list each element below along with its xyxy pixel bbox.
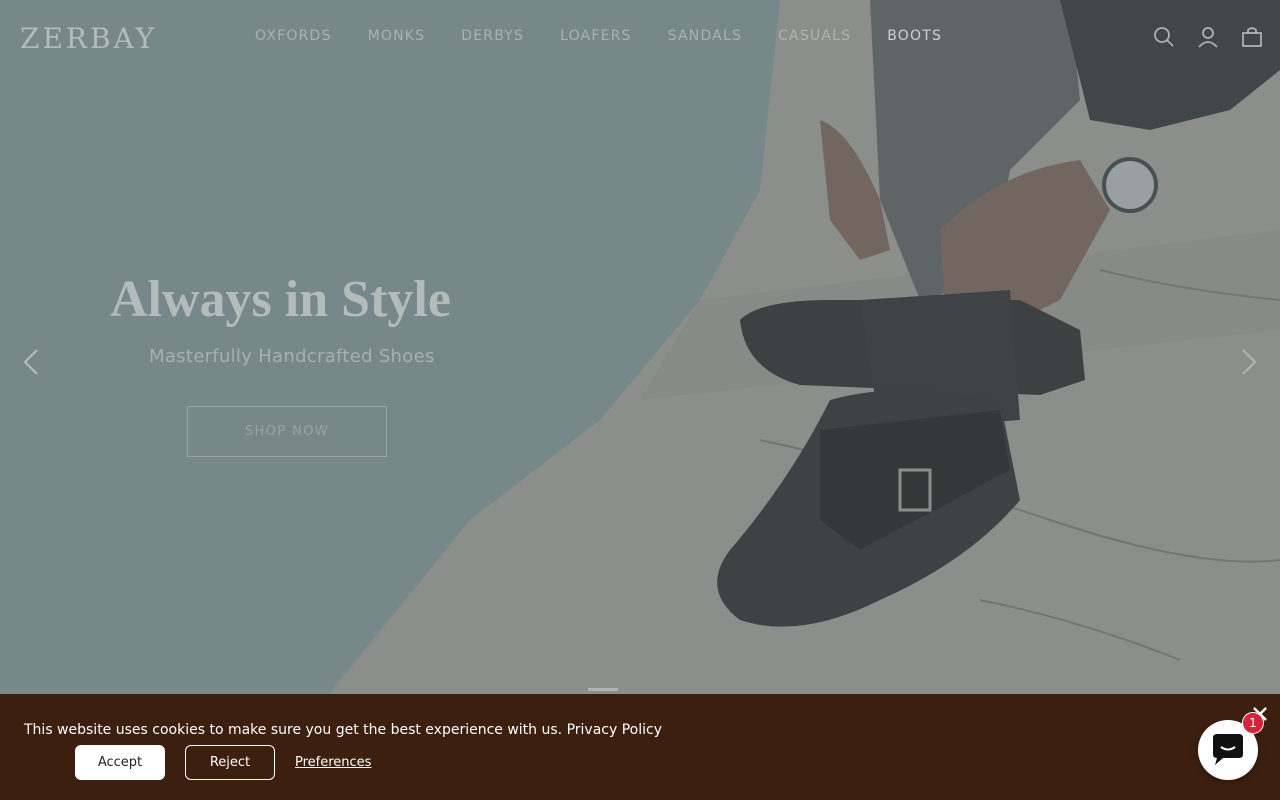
account-icon[interactable] <box>1196 25 1220 49</box>
slide-indicator[interactable] <box>588 688 618 691</box>
cookie-message: This website uses cookies to make sure y… <box>24 722 662 738</box>
reject-cookies-button[interactable]: Reject <box>185 745 275 780</box>
shop-now-button[interactable]: SHOP NOW <box>187 406 387 457</box>
search-icon[interactable] <box>1152 25 1176 49</box>
chat-bubble-icon <box>1213 734 1243 765</box>
hero-subline: Masterfully Handcrafted Shoes <box>149 346 435 367</box>
nav-item-casuals[interactable]: CASUALS <box>778 28 851 44</box>
cookie-preferences-link[interactable]: Preferences <box>295 755 371 770</box>
privacy-policy-link[interactable]: Privacy Policy <box>567 722 662 738</box>
main-nav: OXFORDS MONKS DERBYS LOAFERS SANDALS CAS… <box>255 28 978 44</box>
header-icons <box>1152 25 1264 49</box>
chevron-right-icon[interactable] <box>1236 348 1260 376</box>
hero-headline: Always in Style <box>110 271 451 328</box>
hero-banner <box>0 0 1280 800</box>
cookie-banner: This website uses cookies to make sure y… <box>0 694 1280 800</box>
nav-item-derbys[interactable]: DERBYS <box>461 28 524 44</box>
cart-icon[interactable] <box>1240 25 1264 49</box>
hero-overlay <box>0 0 1280 800</box>
nav-item-monks[interactable]: MONKS <box>368 28 426 44</box>
chevron-left-icon[interactable] <box>20 348 44 376</box>
nav-item-oxfords[interactable]: OXFORDS <box>255 28 332 44</box>
accept-cookies-button[interactable]: Accept <box>75 745 165 780</box>
nav-item-sandals[interactable]: SANDALS <box>668 28 742 44</box>
cookie-message-text: This website uses cookies to make sure y… <box>24 722 563 738</box>
brand-logo[interactable]: ZERBAY <box>20 22 157 55</box>
chat-notification-badge: 1 <box>1242 712 1264 734</box>
nav-item-boots[interactable]: BOOTS <box>887 28 942 44</box>
nav-item-loafers[interactable]: LOAFERS <box>560 28 632 44</box>
